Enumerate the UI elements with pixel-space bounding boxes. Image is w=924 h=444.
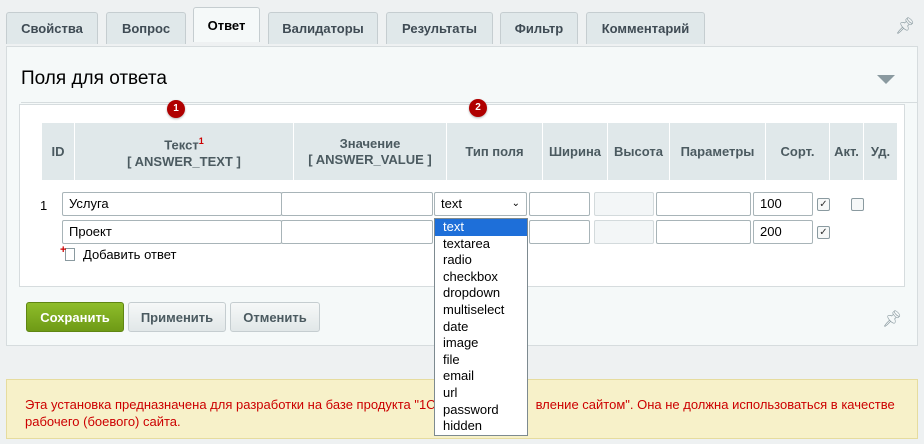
dropdown-option[interactable]: url [435, 385, 527, 402]
row-2-value-input[interactable] [281, 220, 433, 244]
row-1-delete-checkbox[interactable] [851, 198, 864, 211]
col-text-label: Текст [164, 137, 199, 153]
save-button[interactable]: Сохранить [26, 302, 124, 332]
row-2-sort-input[interactable]: 200 [753, 220, 813, 244]
row-2-height-input [594, 220, 654, 244]
tab-results[interactable]: Результаты [386, 12, 493, 44]
apply-button[interactable]: Применить [128, 302, 226, 332]
field-type-dropdown-list[interactable]: text textarea radio checkbox dropdown mu… [434, 218, 528, 436]
row-1-text-input[interactable]: Услуга [62, 192, 282, 216]
dropdown-option[interactable]: text [435, 219, 527, 236]
dropdown-option[interactable]: multiselect [435, 302, 527, 319]
pin-icon[interactable]: 📌︎ [882, 309, 902, 329]
row-1-sort-input[interactable]: 100 [753, 192, 813, 216]
tab-comment[interactable]: Комментарий [586, 12, 705, 44]
tab-answer[interactable]: Ответ [193, 7, 260, 42]
row-1-value-input[interactable] [281, 192, 433, 216]
dropdown-option[interactable]: textarea [435, 236, 527, 253]
col-height: Высота [608, 123, 670, 180]
dropdown-option[interactable]: password [435, 402, 527, 419]
row-1-params-input[interactable] [656, 192, 751, 216]
dropdown-option[interactable]: dropdown [435, 285, 527, 302]
hint-badge-1[interactable]: 1 [167, 100, 185, 118]
warning-text-start: Эта установка предназначена для разработ… [25, 397, 436, 412]
dropdown-option[interactable]: checkbox [435, 269, 527, 286]
tab-question[interactable]: Вопрос [106, 12, 186, 44]
tab-filter[interactable]: Фильтр [500, 12, 578, 44]
col-text: Текст1 [ ANSWER_TEXT ] [75, 123, 294, 180]
col-id: ID [42, 123, 75, 180]
col-params: Параметры [670, 123, 766, 180]
cancel-button[interactable]: Отменить [230, 302, 320, 332]
col-delete: Уд. [864, 123, 898, 180]
col-text-footnote: 1 [198, 136, 204, 147]
dropdown-option[interactable]: radio [435, 252, 527, 269]
pin-icon[interactable]: 📌︎ [895, 16, 915, 36]
tab-validators[interactable]: Валидаторы [268, 12, 378, 44]
col-value-code: [ ANSWER_VALUE ] [308, 151, 432, 167]
table-header: ID Текст1 [ ANSWER_TEXT ] Значение [ ANS… [42, 123, 898, 180]
row-2-width-input[interactable] [529, 220, 590, 244]
row-1-width-input[interactable] [529, 192, 590, 216]
dropdown-option[interactable]: image [435, 335, 527, 352]
row-2-text-input[interactable]: Проект [62, 220, 282, 244]
col-sort: Сорт. [766, 123, 830, 180]
divider [21, 102, 917, 103]
tab-properties[interactable]: Свойства [6, 12, 98, 44]
row-2-active-checkbox[interactable]: ✓ [817, 226, 830, 239]
col-active: Акт. [830, 123, 864, 180]
row-1-id: 1 [40, 198, 48, 213]
col-width: Ширина [543, 123, 608, 180]
add-document-icon[interactable] [60, 244, 75, 261]
row-2-params-input[interactable] [656, 220, 751, 244]
hint-badge-2[interactable]: 2 [469, 99, 487, 117]
chevron-down-icon[interactable] [877, 75, 895, 84]
row-1-active-checkbox[interactable]: ✓ [817, 198, 830, 211]
dropdown-option[interactable]: date [435, 319, 527, 336]
add-answer-link[interactable]: Добавить ответ [83, 247, 176, 262]
panel-title: Поля для ответа [21, 68, 167, 89]
row-1-field-type-select[interactable]: text ⌄ [434, 192, 527, 216]
dropdown-option[interactable]: file [435, 352, 527, 369]
dropdown-option[interactable]: email [435, 368, 527, 385]
col-value: Значение [ ANSWER_VALUE ] [294, 123, 447, 180]
col-field-type: Тип поля [447, 123, 543, 180]
warning-text-end: вление сайтом". Она не должна использова… [535, 397, 895, 412]
row-1-field-type-value: text [441, 196, 462, 211]
chevron-down-icon: ⌄ [511, 198, 520, 209]
dropdown-option[interactable]: hidden [435, 418, 527, 435]
col-text-code: [ ANSWER_TEXT ] [127, 153, 241, 169]
row-1-height-input [594, 192, 654, 216]
